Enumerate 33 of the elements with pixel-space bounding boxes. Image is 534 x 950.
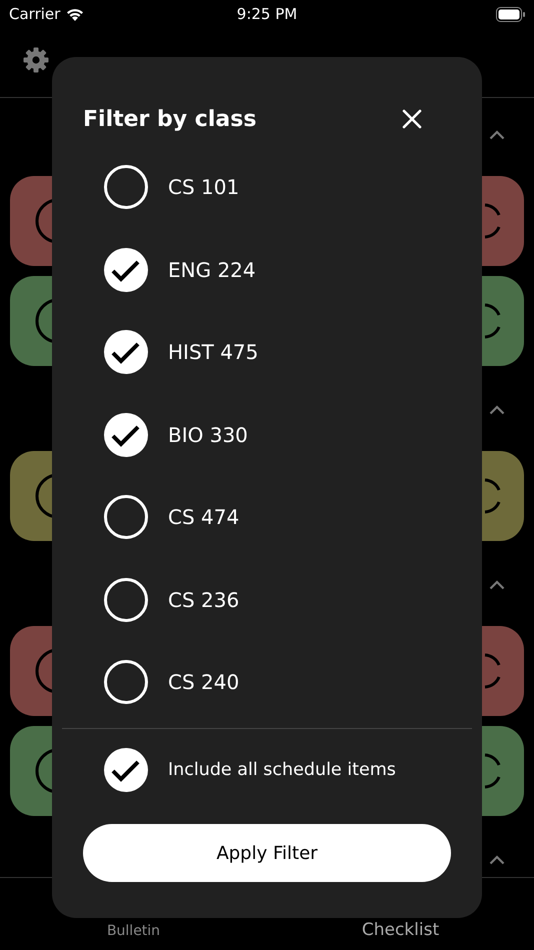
chevron-up-icon[interactable] [489, 855, 505, 865]
checked-checkbox[interactable] [104, 748, 148, 792]
class-label: CS 101 [168, 175, 240, 199]
class-label: CS 236 [168, 588, 240, 612]
include-all-label: Include all schedule items [168, 760, 396, 780]
status-time: 9:25 PM [236, 5, 298, 23]
battery-icon [496, 6, 526, 22]
checkbox[interactable] [104, 495, 148, 539]
arc-icon [482, 201, 502, 241]
class-label: ENG 224 [168, 258, 256, 282]
class-label: HIST 475 [168, 340, 258, 364]
chevron-up-icon[interactable] [489, 405, 505, 415]
class-label: BIO 330 [168, 422, 248, 446]
dialog-title: Filter by class [83, 106, 256, 132]
checkbox[interactable] [104, 165, 148, 209]
apply-filter-button[interactable]: Apply Filter [83, 824, 451, 882]
arc-icon [482, 751, 502, 791]
chevron-up-icon[interactable] [489, 130, 505, 140]
close-icon[interactable] [402, 109, 422, 129]
checked-checkbox[interactable] [104, 330, 148, 374]
checkbox[interactable] [104, 578, 148, 622]
carrier-label: Carrier [9, 5, 60, 23]
wifi-icon [65, 6, 86, 22]
checked-checkbox[interactable] [104, 412, 148, 456]
arc-icon [482, 651, 502, 691]
class-label: CS 474 [168, 505, 240, 529]
checkbox[interactable] [104, 660, 148, 704]
class-label: CS 240 [168, 670, 240, 694]
chevron-up-icon[interactable] [489, 580, 505, 590]
arc-icon [482, 476, 502, 516]
checked-checkbox[interactable] [104, 248, 148, 292]
settings-icon[interactable] [23, 46, 49, 72]
arc-icon [482, 301, 502, 341]
